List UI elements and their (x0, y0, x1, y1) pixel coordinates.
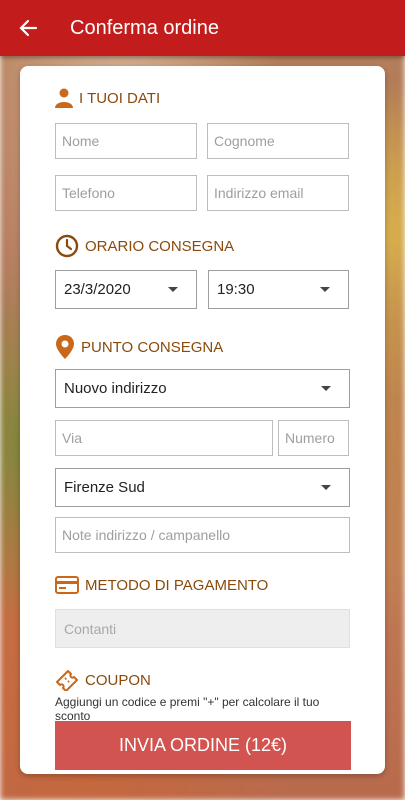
dropdown-arrow-icon (168, 287, 178, 292)
address-notes-field[interactable]: Note indirizzo / campanello (55, 517, 350, 553)
street-field[interactable]: Via (55, 420, 273, 456)
address-option-value: Nuovo indirizzo (64, 380, 167, 397)
ticket-icon (55, 669, 79, 691)
date-value: 23/3/2020 (64, 281, 131, 298)
payment-method-field: Contanti (55, 609, 350, 648)
section-title-text: COUPON (85, 671, 151, 689)
phone-field[interactable]: Telefono (55, 175, 197, 211)
section-title-text: PUNTO CONSEGNA (81, 338, 224, 356)
submit-order-button[interactable]: INVIA ORDINE (12€) (55, 721, 351, 770)
submit-order-label: INVIA ORDINE (12€) (118, 735, 288, 755)
street-number-field[interactable]: Numero (278, 420, 349, 456)
first-name-field[interactable]: Nome (55, 123, 197, 159)
location-pin-icon (55, 334, 75, 360)
address-select[interactable]: Nuovo indirizzo (55, 369, 350, 408)
section-delivery-point: PUNTO CONSEGNA (55, 334, 223, 360)
zone-select[interactable]: Firenze Sud (55, 468, 350, 507)
section-title-text: ORARIO CONSEGNA (85, 237, 235, 255)
dropdown-arrow-icon (320, 287, 330, 292)
date-select[interactable]: 23/3/2020 (55, 270, 197, 309)
arrow-back-icon[interactable] (16, 16, 40, 40)
time-select[interactable]: 19:30 (208, 270, 349, 309)
section-coupon: COUPON (55, 669, 151, 691)
page-title: Conferma ordine (70, 16, 219, 39)
coupon-hint: Aggiungi un codice e premi "+" per calco… (55, 695, 320, 723)
clock-icon (55, 234, 79, 258)
time-value: 19:30 (217, 281, 255, 298)
section-personal-data: I TUOI DATI (55, 88, 160, 108)
app-bar: Conferma ordine (0, 0, 405, 56)
person-icon (55, 88, 73, 108)
section-delivery-time: ORARIO CONSEGNA (55, 234, 234, 258)
last-name-field[interactable]: Cognome (207, 123, 349, 159)
section-payment-method: METODO DI PAGAMENTO (55, 575, 268, 595)
section-title-text: I TUOI DATI (79, 89, 161, 107)
email-field[interactable]: Indirizzo email (207, 175, 349, 211)
dropdown-arrow-icon (321, 386, 331, 391)
dropdown-arrow-icon (321, 485, 331, 490)
credit-card-icon (55, 575, 79, 595)
zone-value: Firenze Sud (64, 479, 145, 496)
section-title-text: METODO DI PAGAMENTO (85, 576, 269, 594)
